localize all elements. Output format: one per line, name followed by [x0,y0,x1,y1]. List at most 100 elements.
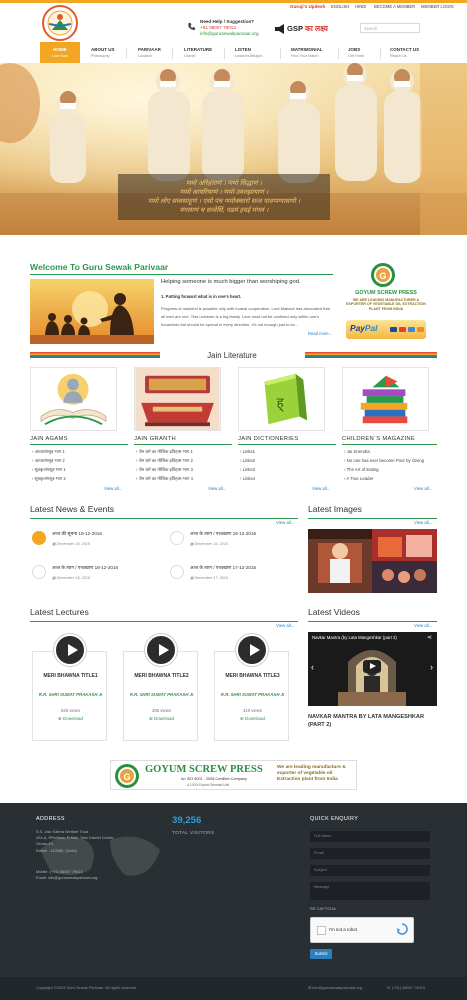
gurujis-updesh-link[interactable]: Guruji's Updesh [290,4,326,9]
nav-listen-label: LISTEN [235,47,252,52]
list-item[interactable]: › No one has ever become Poor by Giving [344,458,424,463]
subject-field[interactable]: Subject [310,865,430,876]
list-item[interactable]: › जैन धर्म का मौलिक इतिहास भाग 3 [136,467,193,473]
search-input[interactable]: Search [360,23,420,33]
nav-jobs[interactable]: JOBS Get Hired [342,42,378,63]
lecture-download-link[interactable]: ⊕ Download [33,716,108,722]
list-item[interactable]: › सूत्रकृतांगसूत्र भाग 2 [32,476,66,482]
list-item[interactable]: › The Art of Eating [344,467,379,472]
news-view-all-link[interactable]: View all... [276,520,294,525]
mantra-line-2: णमो आयरियाणं । णमो उवज्झायाणं । [179,189,269,196]
news-title-3[interactable]: आज के त्याग / पच्चखाण 18-12-2016 [52,565,118,571]
list-item-label: A True Leader [346,476,374,481]
goyum-banner-ad[interactable]: G GOYUM SCREW PRESS An ISO 9001 : 2008 C… [110,760,357,790]
recaptcha-widget[interactable]: I'm not a robot [310,917,414,943]
images-view-all-link[interactable]: View all... [414,520,432,525]
list-item[interactable]: › A True Leader [344,476,373,481]
nav-about[interactable]: ABOUT US Philosophy [85,42,123,63]
next-arrow-icon[interactable]: › [430,662,433,672]
gsp-goal-link[interactable]: GSP का लक्ष्य [274,22,344,36]
video-caption[interactable]: NAVKAR MANTRA BY LATA MANGESHKAR (PART 2… [308,713,437,729]
lecture-download-link[interactable]: ⊕ Download [215,716,290,722]
message-field[interactable]: Message [310,882,430,900]
lang-hindi-link[interactable]: HINDI [355,4,366,9]
magazine-view-all-link[interactable]: View all... [414,486,432,491]
lecture-title: MERI BHAWNA TITLE3 [225,673,280,679]
list-item[interactable]: › जैन धर्म का मौलिक इतिहास भाग 2 [136,458,193,464]
dictioneries-view-all-link[interactable]: View all... [312,486,330,491]
jain-granth-image[interactable] [134,367,221,431]
news-title-1[interactable]: आज की सूचना 19-12-2016 [52,531,102,537]
childrens-magazine-title[interactable]: CHILDREN`S MAGAZINE [342,436,415,442]
paypal-donate-button[interactable]: PayPal [346,320,426,339]
news-thumb-icon [170,565,184,579]
captcha-checkbox[interactable] [317,926,326,935]
jain-dictioneries-image[interactable]: ह् [238,367,325,431]
news-title-4[interactable]: आज के त्याग / पच्चखाण 17-12-2016 [190,565,256,571]
nav-contact[interactable]: CONTACT US Reach Us [384,42,428,63]
goyum-logo[interactable]: G [370,262,396,288]
nav-listen[interactable]: LISTEN Lectures/Bhajan [229,42,279,63]
lecture-card[interactable]: MERI BHAWNA TITLE1 R.R. SHRI SUMAT PRAKA… [32,634,108,741]
prev-arrow-icon[interactable]: ‹ [311,662,314,672]
banner-cert2: A 100% Export Oriented Unit [187,783,230,787]
lecture-speaker: R.R. SHRI SUMAT PRAKASH JI [129,692,194,697]
granth-view-all-link[interactable]: View all... [208,486,226,491]
list-item[interactable]: › Links1 [240,449,255,454]
full-name-field[interactable]: Full Name [310,831,430,842]
address-block: S.S. Jain Sabha Welfare Trust 424-A, RRo… [36,829,156,854]
bottom-phone[interactable]: ☏ (+91) 08007 79013 [386,985,425,990]
list-item[interactable]: › Links4 [240,476,255,481]
nav-literature[interactable]: LITERATURE Granth [178,42,222,63]
play-icon[interactable] [54,634,86,666]
member-login-link[interactable]: MEMBER LOGIN [421,4,454,9]
lang-english-link[interactable]: ENGLISH [331,4,349,9]
mastercard-icon [399,327,406,332]
news-title-2[interactable]: आज के त्याग / पच्चखाण 19-12-2016 [190,531,256,537]
videos-view-all-link[interactable]: View all... [414,623,432,628]
email-field[interactable]: Email [310,848,430,859]
submit-button[interactable]: Submit [310,949,332,959]
jain-dictioneries-title[interactable]: JAIN DICTIONERIES [238,436,299,442]
video-player[interactable]: Navkar Mantra (by Lata Mangeshkar (part … [308,632,437,706]
nav-home[interactable]: HOME Live Now [40,42,80,63]
list-item[interactable]: › आचारांगसूत्र भाग 2 [32,458,65,464]
nav-matrimonial[interactable]: MATRIMONIAL Find Your Match [285,42,335,63]
childrens-magazine-image[interactable] [342,367,429,431]
nav-matrimonial-label: MATRIMONIAL [291,47,323,52]
list-item[interactable]: › आचारांगसूत्र भाग 1 [32,449,65,455]
site-logo[interactable] [40,4,80,42]
play-icon[interactable] [236,634,268,666]
read-more-link[interactable]: Read more... [308,331,334,336]
video-play-icon[interactable] [363,660,381,673]
help-email[interactable]: info@gurusewakparivaar.org [200,31,266,37]
main-nav: HOME Live Now ABOUT US Philosophy PARIVAAR… [0,42,467,63]
list-item[interactable]: › जैन धर्म का मौलिक इतिहास भाग 1 [136,449,193,455]
lecture-download-link[interactable]: ⊕ Download [124,716,199,722]
nav-listen-sub: Lectures/Bhajan [235,54,263,58]
welcome-underline [30,274,333,275]
jain-agams-title[interactable]: JAIN AGAMS [30,436,68,442]
list-item[interactable]: › Links3 [240,467,255,472]
lectures-view-all-link[interactable]: View all... [276,623,294,628]
bottom-email[interactable]: ✉ info@gurusewakparivaar.org [308,985,362,990]
jain-granth-title[interactable]: JAIN GRANTH [134,436,176,442]
lecture-card[interactable]: MERI BHAWNA TITLE2 R.R. SHRI SUMAT PRAKA… [123,634,199,741]
footer-email[interactable]: Email: info@gurusewakparivaar.org [36,875,156,881]
jain-agams-image[interactable] [30,367,117,431]
lecture-card[interactable]: MERI BHAWNA TITLE3 R.R. SHRI SUMAT PRAKA… [214,634,290,741]
list-item[interactable]: › Links2 [240,458,255,463]
video-title[interactable]: Navkar Mantra (by Lata Mangeshkar (part … [312,635,397,640]
list-item[interactable]: › Jai Jinendra [344,449,370,454]
lectures-section-title: Latest Lectures [30,607,89,617]
lecture-views: 310 views [242,708,263,713]
share-icon[interactable]: ⋖ [427,634,432,641]
agams-view-all-link[interactable]: View all... [104,486,122,491]
nav-parivaar[interactable]: PARIVAAR Location [132,42,170,63]
become-member-link[interactable]: BECOME A MEMBER [374,4,415,9]
play-icon[interactable] [145,634,177,666]
help-contact: Need Help / Suggestion? +91 08007 79013 … [200,19,266,37]
list-item[interactable]: › सूत्रकृतांगसूत्र भाग 1 [32,467,66,473]
latest-images-gallery[interactable] [308,529,437,593]
list-item[interactable]: › जैन धर्म का मौलिक इतिहास भाग 4 [136,476,193,482]
